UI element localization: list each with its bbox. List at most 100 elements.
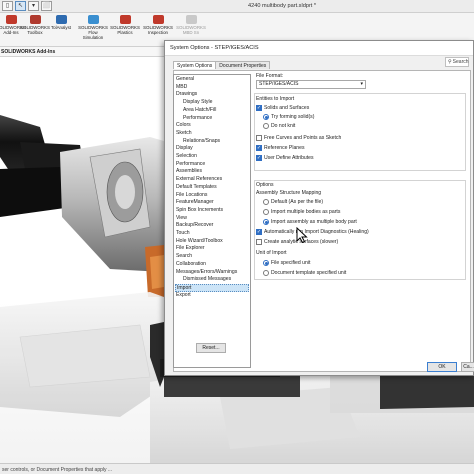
ribbon-label: SOLIDWORKS Inspection: [143, 25, 173, 35]
option-label: Default (As per the file): [271, 199, 324, 205]
radio-unselected-icon[interactable]: [263, 123, 269, 129]
window-title: 4240 multibody part.sldprt *: [248, 3, 317, 9]
checkbox-checked-icon[interactable]: ✓: [256, 145, 262, 151]
mapping-default-option[interactable]: Default (As per the file): [263, 199, 323, 205]
category-export[interactable]: Export: [176, 292, 191, 300]
tab-solidworks-add-ins[interactable]: SOLIDWORKS Add-Ins: [1, 49, 55, 55]
ribbon-flow-simulation[interactable]: SOLIDWORKS Flow Simulation: [76, 15, 110, 40]
category-drawings-performance[interactable]: Performance: [183, 115, 212, 123]
file-format-label: File Format:: [256, 73, 284, 79]
mouse-pointer-icon: [296, 227, 308, 243]
ribbon-inspection[interactable]: SOLIDWORKS Inspection: [140, 15, 176, 35]
inspection-icon: [152, 15, 164, 24]
checkbox-checked-icon[interactable]: ✓: [256, 229, 262, 235]
option-label: File specified unit: [271, 260, 311, 266]
option-label: Document template specified unit: [271, 270, 347, 276]
category-collaboration[interactable]: Collaboration: [176, 261, 206, 269]
dialog-tabs: System Options Document Properties: [173, 61, 271, 69]
document-template-unit-option[interactable]: Document template specified unit: [263, 270, 346, 276]
option-label: User Define Attributes: [264, 155, 314, 161]
reference-planes-option[interactable]: ✓ Reference Planes: [256, 145, 305, 151]
assembly-mapping-label: Assembly Structure Mapping: [256, 190, 322, 196]
category-search[interactable]: Search: [176, 253, 192, 261]
option-label: Do not knit: [271, 123, 296, 129]
import-diagnostics-option[interactable]: ✓ Automatically run Import Diagnostics (…: [256, 229, 369, 235]
option-label: Automatically run Import Diagnostics (He…: [264, 229, 369, 235]
add-ins-icon: [5, 15, 17, 24]
plastics-icon: [119, 15, 131, 24]
cancel-button[interactable]: Ca...: [461, 362, 474, 372]
mapping-multibody-part-option[interactable]: Import assembly as multiple body part: [263, 219, 357, 225]
category-backup-recover[interactable]: Backup/Recover: [176, 222, 213, 230]
category-assemblies[interactable]: Assemblies: [176, 168, 202, 176]
category-display-style[interactable]: Display Style: [183, 99, 212, 107]
tab-document-properties[interactable]: Document Properties: [215, 61, 271, 69]
toolbar-button-1[interactable]: ▯: [2, 1, 13, 11]
user-define-attributes-option[interactable]: ✓ User Define Attributes: [256, 155, 314, 161]
category-general[interactable]: General: [176, 76, 194, 84]
file-specified-unit-option[interactable]: File specified unit: [263, 260, 310, 266]
do-not-knit-option[interactable]: Do not knit: [263, 123, 295, 129]
radio-selected-icon[interactable]: [263, 114, 269, 120]
command-tabs: SOLIDWORKS Add-Ins: [0, 47, 164, 57]
solids-and-surfaces-option[interactable]: ✓ Solids and Surfaces: [256, 105, 309, 111]
category-import[interactable]: Import: [175, 283, 249, 292]
category-relations-snaps[interactable]: Relations/Snaps: [183, 138, 220, 146]
category-messages-errors-warnings[interactable]: Messages/Errors/Warnings: [176, 269, 237, 277]
category-external-references[interactable]: External References: [176, 176, 222, 184]
category-sketch[interactable]: Sketch: [176, 130, 192, 138]
category-featuremanager[interactable]: FeatureManager: [176, 199, 214, 207]
mapping-multiple-bodies-option[interactable]: Import multiple bodies as parts: [263, 209, 340, 215]
try-forming-solids-option[interactable]: Try forming solid(s): [263, 114, 314, 120]
file-format-value: STEP/IGES/ACIS: [259, 81, 299, 87]
flow-simulation-icon: [87, 15, 99, 24]
checkbox-checked-icon[interactable]: ✓: [256, 105, 262, 111]
category-touch[interactable]: Touch: [176, 230, 190, 238]
option-label: Import assembly as multiple body part: [271, 219, 357, 225]
radio-unselected-icon[interactable]: [263, 209, 269, 215]
radio-selected-icon[interactable]: [263, 219, 269, 225]
checkbox-unchecked-icon[interactable]: [256, 239, 262, 245]
tab-system-options[interactable]: System Options: [173, 61, 217, 69]
category-default-templates[interactable]: Default Templates: [176, 184, 217, 192]
ribbon-label: TolAnalyst: [50, 25, 71, 30]
category-dismissed-messages[interactable]: Dismissed Messages: [183, 276, 231, 284]
radio-selected-icon[interactable]: [263, 260, 269, 266]
category-area-hatch-fill[interactable]: Area Hatch/Fill: [183, 107, 216, 115]
unit-of-import-label: Unit of Import: [256, 250, 287, 256]
category-view[interactable]: View: [176, 215, 187, 223]
reset-button[interactable]: Reset...: [196, 343, 226, 353]
system-options-dialog: System Options - STEP/IGES/ACIS ⚲Search …: [164, 40, 474, 376]
category-hole-wizard-toolbox[interactable]: Hole Wizard/Toolbox: [176, 238, 223, 246]
checkbox-checked-icon[interactable]: ✓: [256, 155, 262, 161]
ok-button[interactable]: OK: [427, 362, 457, 372]
category-performance[interactable]: Performance: [176, 161, 205, 169]
category-selection[interactable]: Selection: [176, 153, 197, 161]
category-file-explorer[interactable]: File Explorer: [176, 245, 205, 253]
category-display[interactable]: Display: [176, 145, 193, 153]
dialog-title-bar[interactable]: System Options - STEP/IGES/ACIS: [165, 41, 473, 56]
radio-unselected-icon[interactable]: [263, 270, 269, 276]
category-drawings[interactable]: Drawings: [176, 91, 197, 99]
category-spin-box-increments[interactable]: Spin Box Increments: [176, 207, 223, 215]
ribbon-plastics[interactable]: SOLIDWORKS Plastics: [108, 15, 142, 35]
title-bar: ▯ ↖ ▾ ⬜ 4240 multibody part.sldprt *: [0, 0, 474, 13]
option-label: Reference Planes: [264, 145, 305, 151]
ribbon-mbd[interactable]: SOLIDWORKS MBD Sn: [174, 15, 208, 35]
file-format-select[interactable]: STEP/IGES/ACIS ▾: [256, 80, 366, 89]
checkbox-unchecked-icon[interactable]: [256, 135, 262, 141]
category-mbd[interactable]: MBD: [176, 84, 187, 92]
free-curves-points-option[interactable]: Free Curves and Points as Sketch: [256, 135, 341, 141]
chevron-down-icon: ▾: [360, 81, 363, 87]
category-colors[interactable]: Colors: [176, 122, 191, 130]
toolbar-button-4[interactable]: ⬜: [41, 1, 52, 11]
select-tool-button[interactable]: ↖: [15, 1, 26, 11]
mbd-icon: [185, 15, 197, 24]
toolbar-dropdown-button[interactable]: ▾: [28, 1, 39, 11]
category-file-locations[interactable]: File Locations: [176, 192, 207, 200]
option-label: Free Curves and Points as Sketch: [264, 135, 342, 141]
ribbon-label: SOLIDWORKS Flow Simulation: [78, 25, 108, 40]
ribbon-tolanalyst[interactable]: TolAnalyst: [46, 15, 76, 30]
radio-unselected-icon[interactable]: [263, 199, 269, 205]
search-options-box[interactable]: ⚲Search: [445, 57, 469, 67]
